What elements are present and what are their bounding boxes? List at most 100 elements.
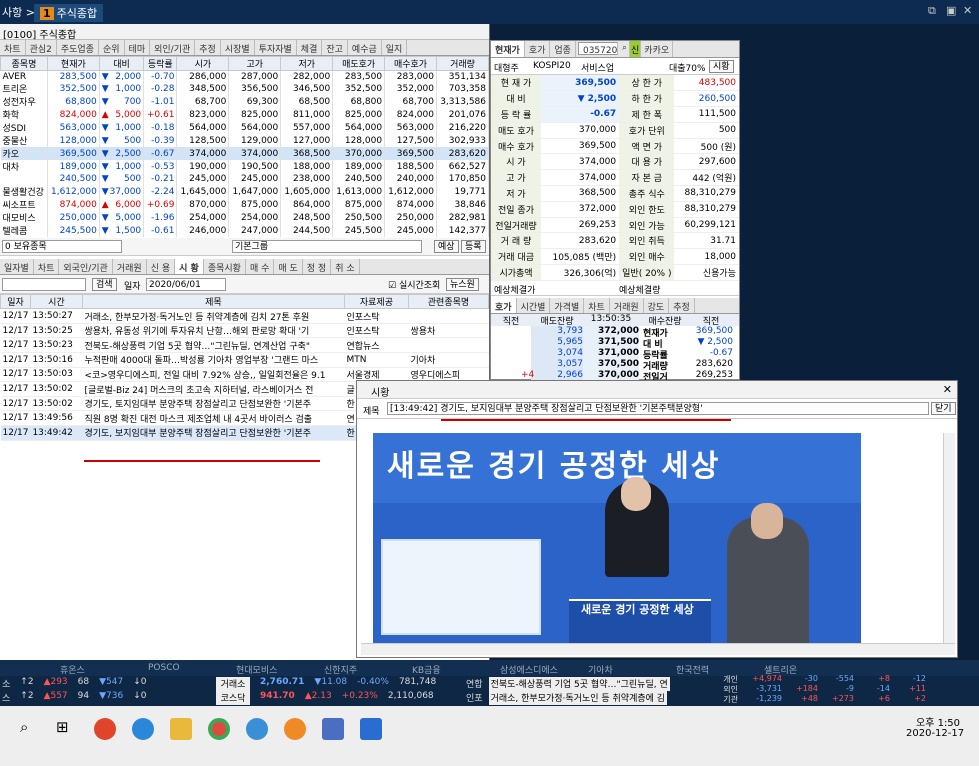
tab-main-1[interactable]: 관심2 — [26, 40, 57, 55]
search-icon[interactable]: ⌕ — [620, 41, 631, 57]
ie-icon[interactable] — [246, 718, 268, 740]
tab-orderbook-0[interactable]: 호가 — [491, 297, 517, 313]
orderbook-row[interactable]: 5,965 371,500 대 비 ▼ 2,500 — [491, 336, 739, 350]
index-row[interactable]: 거래소 2,760.71 ▼11.08 -0.40% 781,748 — [216, 677, 460, 691]
column-header[interactable]: 저가 — [280, 56, 334, 71]
tab-main-7[interactable]: 시장별 — [221, 40, 255, 55]
task-view-icon[interactable]: ⊞ — [56, 718, 69, 736]
ticker-item[interactable]: 한국전력 — [676, 663, 709, 676]
table-row[interactable]: 중물산 128,000 ▼ 500 -0.39 128,500 129,000 127,000… — [0, 134, 490, 148]
tab-orderbook-2[interactable]: 가격별 — [550, 297, 585, 313]
tab-news-5[interactable]: 시 황 — [175, 259, 204, 275]
tab-orderbook-5[interactable]: 강도 — [644, 297, 670, 313]
tab-main-4[interactable]: 테마 — [125, 40, 151, 55]
document-tab[interactable]: 1 주식종합 — [34, 4, 104, 22]
tab-main-3[interactable]: 순위 — [99, 40, 125, 55]
orderbook-row[interactable]: 3,793 372,000 현재가 369,500 — [491, 325, 739, 339]
list-item[interactable]: 12/17 13:50:25 쌍용차, 유동성 위기에 투자유치 난항…해외 판로망… — [0, 323, 489, 339]
tab-main-9[interactable]: 체결 — [297, 40, 323, 55]
column-header[interactable]: 시가 — [176, 56, 230, 71]
news-source-button[interactable]: 뉴스원 — [446, 278, 479, 292]
column-header[interactable]: 등락률 — [143, 56, 178, 71]
column-header[interactable]: 제목 — [81, 294, 345, 310]
tab-news-3[interactable]: 거래원 — [113, 259, 147, 275]
column-header[interactable]: 고가 — [228, 56, 282, 71]
tab-main-10[interactable]: 잔고 — [322, 40, 348, 55]
close-icon[interactable]: ✕ — [943, 383, 952, 396]
tab-news-8[interactable]: 매 도 — [274, 259, 303, 275]
tab-news-4[interactable]: 신 용 — [147, 259, 176, 275]
table-row[interactable]: 카오 369,500 ▼ 2,500 -0.67 374,000 374,000 368,50… — [0, 147, 490, 161]
expected-button[interactable]: 예상 — [434, 240, 459, 254]
tab-main-2[interactable]: 주도업종 — [57, 40, 99, 55]
table-row[interactable]: 성SDI 563,000 ▼ 1,000 -0.18 564,000 564,000 557,… — [0, 121, 490, 135]
table-row[interactable]: 대차 189,000 ▼ 1,000 -0.53 190,000 190,500 188,00… — [0, 160, 490, 174]
ticker-item[interactable]: 기아차 — [588, 663, 613, 676]
column-header[interactable]: 대비 — [98, 56, 145, 71]
tab-main-5[interactable]: 외인/기관 — [150, 40, 196, 55]
tab-orderbook[interactable]: 호가 — [525, 41, 551, 57]
table-row[interactable]: 텔레콤 245,500 ▼ 1,500 -0.61 246,000 247,000 244,5… — [0, 224, 490, 238]
popup-scrollbar[interactable] — [943, 433, 955, 643]
tab-orderbook-1[interactable]: 시간별 — [517, 297, 551, 313]
tab-main-11[interactable]: 예수금 — [348, 40, 382, 55]
tab-orderbook-3[interactable]: 차트 — [584, 297, 610, 313]
tab-news-9[interactable]: 정 정 — [303, 259, 332, 275]
tab-news-1[interactable]: 차트 — [34, 259, 60, 275]
close-icon[interactable]: ✕ — [963, 4, 972, 17]
table-row[interactable]: 대모비스 250,000 ▼ 5,000 -1.96 254,000 254,000 248,… — [0, 211, 490, 225]
tab-main-0[interactable]: 차트 — [0, 40, 26, 55]
stock-code-input[interactable]: 035720 — [577, 42, 618, 56]
headline-field[interactable]: [13:49:42] 경기도, 보지임대부 분양주택 장점살리고 단점보완한 '… — [387, 402, 929, 415]
restore-icon[interactable]: ⧉ — [928, 4, 936, 18]
tab-sector[interactable]: 업종 — [550, 41, 576, 57]
market-news-button[interactable]: 시황 — [709, 60, 734, 73]
tab-orderbook-4[interactable]: 거래원 — [610, 297, 644, 313]
table-row[interactable]: 물생활건강 1,612,000 ▼ 37,000 -2.24 1,645,000 1,647… — [0, 185, 490, 199]
chrome-icon[interactable] — [208, 718, 230, 740]
tab-main-12[interactable]: 일지 — [382, 40, 408, 55]
group-select[interactable]: 0 보유종목 — [2, 240, 122, 254]
tab-news-0[interactable]: 일자별 — [0, 259, 34, 275]
dock-news-row[interactable]: 인포 거래소, 한부모가정·독거노인 등 취약계층에 김 — [466, 691, 710, 705]
column-header[interactable]: 자료제공 — [343, 294, 409, 310]
column-header[interactable]: 매도호가 — [332, 56, 386, 71]
menu-label[interactable]: 사항 > — [2, 4, 35, 20]
table-row[interactable]: 240,500 ▼ 500 -0.21 245,000 245,000 238,000 240… — [0, 173, 490, 186]
column-header[interactable]: 일자 — [0, 294, 31, 310]
list-item[interactable]: 12/17 13:50:23 전북도-해상풍력 기업 5곳 협약…"그린뉴딜, 연계… — [0, 337, 489, 354]
index-row[interactable]: 코스닥 941.70 ▲2.13 +0.23% 2,110,068 — [216, 691, 460, 705]
tab-news-2[interactable]: 외국인/기관 — [59, 259, 113, 275]
news-filter-input[interactable] — [2, 278, 86, 292]
popup-h-scrollbar[interactable] — [361, 643, 955, 655]
app-red-icon[interactable] — [94, 718, 116, 740]
tab-main-8[interactable]: 투자자별 — [255, 40, 297, 55]
list-item[interactable]: 12/17 13:50:27 거래소, 한부모가정·독거노인 등 취약계층에 김치 … — [0, 308, 489, 324]
table-row[interactable]: AVER 283,500 ▼ 2,000 -0.70 286,000 287,000 282,… — [0, 70, 490, 83]
table-row[interactable]: 성전자우 68,800 ▼ 700 -1.01 68,700 69,300 68,500 68,… — [0, 95, 490, 109]
column-header[interactable]: 매수호가 — [384, 56, 437, 71]
column-header[interactable]: 시간 — [29, 294, 83, 310]
dock-news-row[interactable]: 연합 전북도-해상풍력 기업 5곳 협약…"그린뉴딜, 연 — [466, 677, 710, 691]
app-orange-icon[interactable] — [284, 718, 306, 740]
column-header[interactable]: 관련종목명 — [407, 294, 490, 310]
orderbook-row[interactable]: 3,074 371,000 등락률 -0.67 — [491, 347, 739, 361]
table-row[interactable]: 트리온 352,500 ▼ 1,000 -0.28 348,500 356,500 346,5… — [0, 82, 490, 96]
media-icon[interactable] — [360, 718, 382, 740]
column-header[interactable]: 종목명 — [0, 56, 48, 71]
app-blue-icon[interactable] — [322, 718, 344, 740]
ticker-item[interactable]: 휴온스 — [60, 663, 85, 676]
register-button[interactable]: 등록 — [461, 240, 486, 254]
list-item[interactable]: 12/17 13:50:16 누적판매 4000대 돌파…박성룡 기아차 영업부장 … — [0, 352, 489, 368]
group-name[interactable]: 기본그룹 — [232, 240, 422, 254]
ticker-item[interactable]: 삼성에스디에스 — [500, 663, 558, 676]
table-row[interactable]: 화학 824,000 ▲ 5,000 +0.61 823,000 825,000 811,00… — [0, 108, 490, 122]
edge-icon[interactable] — [132, 718, 154, 740]
realtime-checkbox[interactable]: ☑ 실시간조회 — [388, 278, 440, 291]
tab-news-7[interactable]: 매 수 — [246, 259, 275, 275]
tab-current-price[interactable]: 현재가 — [491, 41, 525, 57]
popup-close-button[interactable]: 닫기 — [931, 402, 956, 415]
orderbook-row[interactable]: 3,057 370,500 거래량 283,620 — [491, 358, 739, 372]
column-header[interactable]: 거래량 — [435, 56, 490, 71]
ticker-item[interactable]: 현대모비스 — [236, 663, 277, 676]
